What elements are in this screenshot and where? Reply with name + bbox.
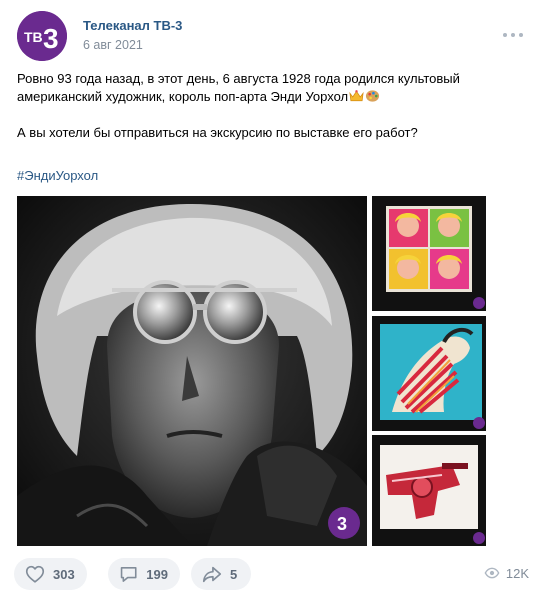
post-text-line: Ровно 93 года назад, в этот день, 6 авгу… [17,71,460,86]
author-link[interactable]: Телеканал ТВ-3 [83,18,182,33]
svg-text:3: 3 [43,23,59,54]
shares-count: 5 [230,566,238,582]
comments-count: 199 [146,566,168,582]
svg-text:ТВ: ТВ [24,29,43,45]
post-date[interactable]: 6 авг 2021 [83,38,143,52]
views-counter: 12K [484,565,529,581]
share-arrow-icon [202,566,222,583]
share-button[interactable]: 5 [191,558,251,590]
avatar[interactable]: ТВ 3 [17,11,67,61]
post-text-line-with-emoji: американский художник, король поп-арта Э… [17,88,527,106]
thumbnail-zebra[interactable] [372,316,486,431]
post-text-line: А вы хотели бы отправиться на экскурсию … [17,125,418,140]
palette-emoji-icon [366,90,380,102]
comment-button[interactable]: 199 [108,558,180,590]
comment-bubble-icon [120,566,137,582]
watermark-text: 3 [337,514,347,534]
likes-count: 303 [53,566,75,582]
thumbnail-revolver[interactable] [372,435,486,546]
more-horizontal-icon[interactable] [503,31,523,39]
tv3-logo-icon: ТВ 3 [17,11,67,61]
crown-emoji-icon [349,90,364,102]
post-actions: 303 199 5 12K [14,558,529,590]
photo-gallery: 3 [17,196,486,546]
main-photo[interactable]: 3 [17,196,367,546]
hashtag-link[interactable]: #ЭндиУорхол [17,168,98,183]
thumbnail-marilyn[interactable] [372,196,486,311]
post-card: ТВ 3 Телеканал ТВ-3 6 авг 2021 Ровно 93 … [0,0,543,598]
like-button[interactable]: 303 [14,558,87,590]
post-header: ТВ 3 Телеканал ТВ-3 6 авг 2021 [17,11,526,61]
post-text-line: американский художник, король поп-арта Э… [17,89,349,104]
eye-icon [484,567,500,579]
views-count: 12K [505,565,529,581]
heart-icon [25,565,45,583]
post-text: Ровно 93 года назад, в этот день, 6 авгу… [17,70,527,142]
